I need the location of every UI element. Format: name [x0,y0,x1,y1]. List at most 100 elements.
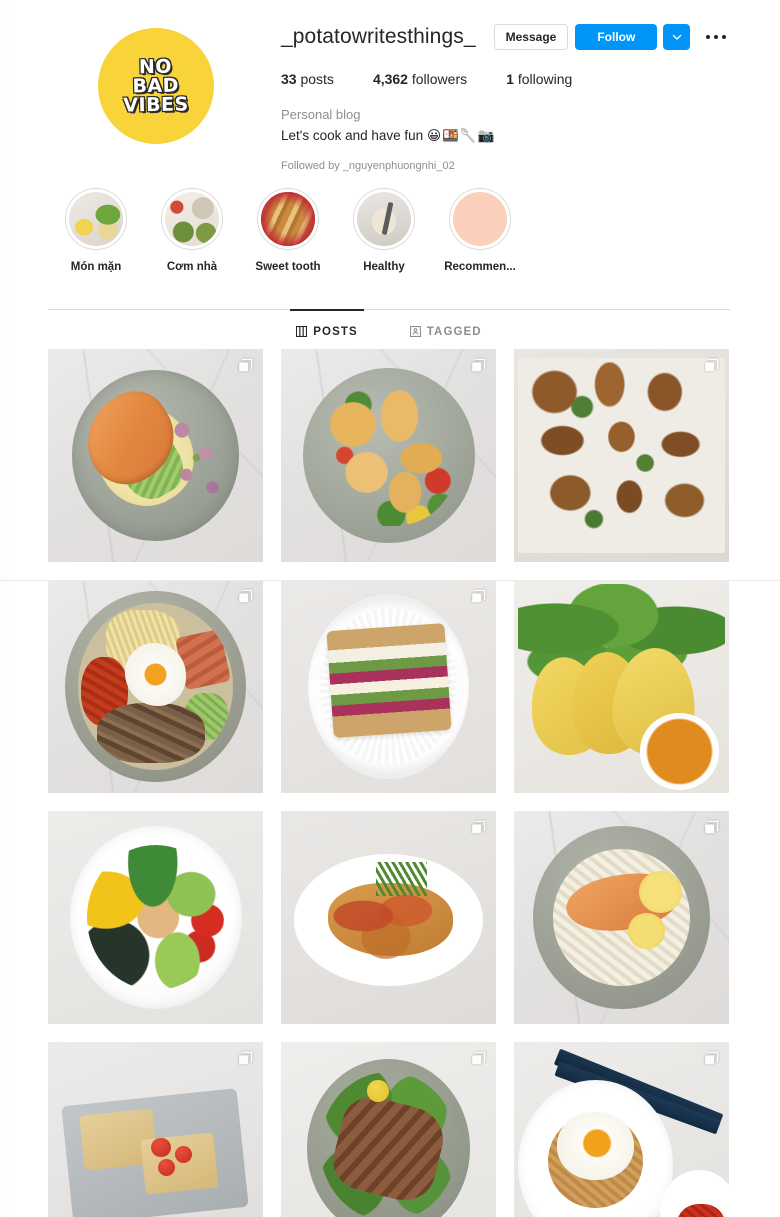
post-image [514,1042,729,1217]
profile-stats: 33 posts 4,362 followers 1 following [281,71,751,87]
post-thumbnail-8[interactable] [281,811,496,1024]
more-options-dots [706,35,727,39]
highlight-cover-art [261,192,315,246]
avatar-image: NO BAD VIBES [98,28,214,144]
highlight-cover [357,192,411,246]
tab-posts-label: POSTS [313,325,358,338]
post-image [281,349,496,562]
tab-tagged[interactable]: TAGGED [409,310,482,354]
squash-shape [367,1080,389,1102]
stat-following[interactable]: 1 following [506,71,572,87]
avatar-text-line-3: VIBES [123,92,190,117]
highlight-recommend[interactable]: Recommen... [432,188,528,273]
carousel-icon [471,1051,486,1066]
post-thumbnail-1[interactable] [48,349,263,562]
grid-icon [296,326,308,337]
tab-posts[interactable]: POSTS [290,308,365,354]
post-image [281,580,496,793]
highlight-ring [65,188,127,250]
highlight-cover-art [453,192,507,246]
carousel-icon [704,358,719,373]
highlight-ring [257,188,319,250]
highlight-com-nha[interactable]: Cơm nhà [144,188,240,273]
profile-info: _potatowritesthings_ Message Follow 33 p… [281,22,751,176]
carousel-icon [238,589,253,604]
followed-by-text[interactable]: Followed by _nguyenphuongnhi_02 [281,157,751,176]
beef-shape [96,703,205,763]
carousel-icon [238,358,253,373]
post-thumbnail-2[interactable] [281,349,496,562]
post-image [48,349,263,562]
carousel-icon [704,820,719,835]
carousel-icon [471,820,486,835]
roasted-pieces-shape [522,361,721,550]
username-row: _potatowritesthings_ Message Follow [281,22,751,52]
highlight-ring [449,188,511,250]
stat-posts[interactable]: 33 posts [281,71,334,87]
post-thumbnail-9[interactable] [514,811,729,1024]
post-image [281,1042,496,1217]
bio-description: Let's cook and have fun 😀🍱🥄📷 [281,126,751,146]
fried-chicken-shape [319,385,458,526]
avatar[interactable]: NO BAD VIBES [98,28,214,144]
stat-following-label: following [517,71,573,87]
profile-bio: Personal blog Let's cook and have fun 😀🍱… [281,105,751,176]
fried-egg-shape [557,1112,635,1181]
highlight-ring [353,188,415,250]
chevron-down-icon[interactable] [663,24,691,50]
post-thumbnail-6[interactable] [514,580,729,793]
carousel-icon [238,1051,253,1066]
post-thumbnail-5[interactable] [281,580,496,793]
post-thumbnail-3[interactable] [514,349,729,562]
posts-grid [48,349,730,1217]
post-image [48,580,263,793]
bowl-shape [78,603,233,770]
post-thumbnail-11[interactable] [281,1042,496,1217]
highlight-cover-art [69,192,123,246]
bio-category: Personal blog [281,107,361,122]
stat-followers-label: followers [411,71,468,87]
highlight-cover-art [165,192,219,246]
stat-posts-label: posts [300,71,334,87]
highlight-cover [261,192,315,246]
highlight-ring [161,188,223,250]
fried-egg-shape [124,643,187,707]
lemon-slice-shape [638,870,682,914]
highlight-mon-man[interactable]: Món mặn [48,188,144,273]
stat-followers[interactable]: 4,362 followers [373,71,467,87]
follow-button[interactable]: Follow [575,24,658,50]
post-image [514,349,729,562]
sandwich-shape [326,622,453,738]
avatar-text: NO BAD VIBES [123,55,190,117]
post-thumbnail-12[interactable] [514,1042,729,1217]
post-image [514,811,729,1024]
more-options-icon[interactable] [703,25,729,49]
tomato-shape [151,1137,171,1157]
lemon-slice-shape [627,913,665,950]
profile-tabs: POSTS TAGGED [48,308,730,354]
message-button[interactable]: Message [493,24,569,50]
bio-emojis: 😀🍱🥄📷 [426,128,496,144]
garnish-shape [159,408,233,516]
carousel-icon [471,589,486,604]
post-image [48,811,263,1024]
highlight-healthy[interactable]: Healthy [336,188,432,273]
carousel-icon [704,1051,719,1066]
tomato-shape [157,1159,175,1177]
post-image [281,811,496,1024]
stat-followers-value: 4,362 [372,71,408,87]
tab-tagged-label: TAGGED [426,325,482,338]
salad-contents-shape [86,845,225,990]
highlight-cover [165,192,219,246]
highlight-cover [69,192,123,246]
highlight-label: Sweet tooth [255,261,321,273]
post-thumbnail-10[interactable] [48,1042,263,1217]
post-thumbnail-7[interactable] [48,811,263,1024]
highlight-label: Món mặn [70,261,122,273]
tag-person-icon [409,326,421,337]
highlight-sweet-tooth[interactable]: Sweet tooth [240,188,336,273]
page-title: _potatowritesthings_ [281,25,476,48]
bio-description-text: Let's cook and have fun [281,128,424,143]
post-thumbnail-4[interactable] [48,580,263,793]
highlight-label: Healthy [363,261,405,273]
